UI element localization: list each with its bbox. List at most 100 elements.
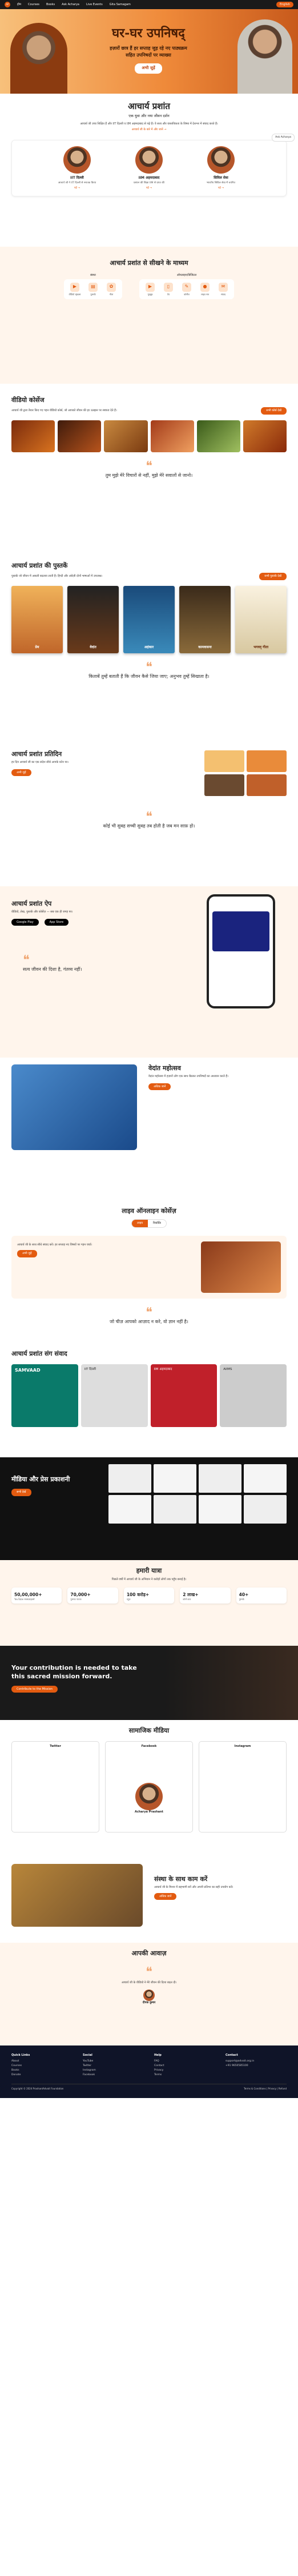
join-button[interactable]: अधिक जानें [154, 1892, 177, 1900]
samvaad-card[interactable]: SAMVAAD [11, 1364, 78, 1427]
samvaad-card[interactable]: AIIMS [220, 1364, 287, 1427]
hero-subtitle-2: सहित उपनिषदों पर व्याख्या [126, 53, 171, 58]
footer-col: Quick Links About Courses Books Donate [11, 2053, 73, 2078]
quote-icon: ❝ [146, 660, 152, 674]
footer-link[interactable]: About [11, 2060, 73, 2063]
book-cover[interactable]: वेदांत [67, 585, 119, 653]
daily-image [247, 750, 287, 772]
daily-para: हर दिन आचार्य जी का एक संदेश सीधे आपके फ… [11, 760, 69, 764]
course-thumb[interactable] [243, 420, 287, 452]
app-store-button[interactable]: App Store [44, 918, 69, 926]
journey-stats: 50,00,000+ YouTube सब्सक्राइबर्स 70,000+ प… [11, 1587, 287, 1604]
about-card[interactable]: IIT दिल्ली आचार्य जी ने IIT दिल्ली से स्… [46, 146, 108, 190]
course-thumb[interactable] [150, 420, 194, 452]
tab-live[interactable]: लाइव [132, 1219, 148, 1227]
nav-item-gita[interactable]: Gita Samagam [110, 3, 131, 7]
press-clip[interactable] [244, 1464, 287, 1493]
medium-cat-label: संस्था [90, 273, 96, 277]
social-title: सामाजिक मीडिया [128, 1727, 170, 1734]
book-cover[interactable]: अहंकार [123, 585, 175, 653]
book-cover[interactable]: प्रेम [11, 585, 63, 653]
journey-section: हमारी यात्रा पिछले वर्षों में आचार्य जी … [0, 1560, 298, 1646]
social-card-instagram[interactable]: Instagram [199, 1741, 287, 1832]
samvaad-card[interactable]: IIT दिल्ली [80, 1364, 148, 1427]
quote-icon: ❝ [23, 953, 30, 968]
press-clip[interactable] [199, 1464, 241, 1493]
medium-item[interactable]: ▶ वीडियो श्रृंखला [67, 282, 82, 296]
card-link[interactable]: पढ़ें → [190, 187, 252, 190]
footer-link[interactable]: Twitter [83, 2064, 144, 2068]
samvaad-carousel[interactable]: SAMVAAD IIT दिल्ली IIM अहमदाबाद AIIMS [11, 1364, 287, 1427]
footer-link[interactable]: Privacy [154, 2069, 215, 2072]
logo[interactable]: AP [5, 2, 10, 7]
nav-item-ask[interactable]: Ask Acharya [62, 3, 79, 7]
course-thumb[interactable] [104, 420, 148, 452]
books-all-button[interactable]: सभी पुस्तकें देखें [259, 572, 287, 580]
stat-card: 2 लाख+ कोर्स छात्र [180, 1587, 231, 1604]
nav-item-live[interactable]: Live Events [86, 3, 103, 7]
footer-legal-links[interactable]: Terms & Conditions | Privacy | Refund [244, 2087, 287, 2090]
medium-item[interactable]: ✿ गीता [104, 282, 119, 296]
courses-all-button[interactable]: सभी कोर्स देखें [261, 407, 287, 415]
about-card[interactable]: सिविल सेवा भारतीय सिविल सेवा में चयनित प… [190, 146, 252, 190]
footer-col: Contact support@advait.org.in +91 965058… [225, 2053, 287, 2078]
donate-button[interactable]: Contribute to the Mission [11, 1685, 58, 1693]
course-thumb[interactable] [58, 420, 102, 452]
live-icon: ● [200, 282, 210, 292]
book-cover[interactable]: कामवासना [179, 585, 231, 653]
about-card[interactable]: IIM अहमदाबाद प्रबंधन की शिक्षा IIM से प्… [118, 146, 180, 190]
join-image [11, 1864, 143, 1927]
footer-link[interactable]: Facebook [83, 2073, 144, 2077]
nav-item-courses[interactable]: Courses [28, 3, 39, 7]
media-button[interactable]: सभी देखें [11, 1488, 31, 1496]
course-thumb[interactable] [11, 420, 55, 452]
footer-link[interactable]: Instagram [83, 2069, 144, 2072]
footer-phone[interactable]: +91 9650585100 [225, 2064, 287, 2068]
footer-link[interactable]: Contact [154, 2064, 215, 2068]
card-link[interactable]: पढ़ें → [118, 187, 180, 190]
press-clip[interactable] [244, 1495, 287, 1524]
medium-item[interactable]: ▯ ऐप [161, 282, 176, 296]
medium-item[interactable]: ● लाइव सत्र [198, 282, 212, 296]
nav-item-home[interactable]: होम [17, 3, 21, 7]
footer-link[interactable]: Donate [11, 2073, 73, 2077]
courses-carousel[interactable] [11, 420, 287, 452]
live-button[interactable]: अभी जुड़ें [17, 1250, 37, 1258]
daily-button[interactable]: अभी जुड़ें [11, 769, 31, 777]
samvaad-card[interactable]: IIM अहमदाबाद [150, 1364, 218, 1427]
press-clip[interactable] [154, 1464, 196, 1493]
footer-link[interactable]: FAQ [154, 2060, 215, 2063]
live-para: आचार्य जी के साथ सीधे संवाद करें। हर सप्… [17, 1243, 92, 1247]
medium-item[interactable]: ✉ संवाद [216, 282, 231, 296]
medium-item[interactable]: ▤ पुस्तकें [86, 282, 100, 296]
medium-item[interactable]: ✎ कोर्सेज [179, 282, 194, 296]
card-link[interactable]: पढ़ें → [46, 187, 108, 190]
medium-cat-2: ऑनलाइन/डिजिटल ▶ यूट्यूब ▯ ऐप ✎ कोर्सेज ● लाइ… [139, 274, 234, 299]
books-carousel[interactable]: प्रेम वेदांत अहंकार कामवासना भगवद् गीता [11, 585, 287, 653]
vedanta-button[interactable]: अधिक जानें [148, 1083, 171, 1091]
social-card-facebook[interactable]: Facebook Acharya Prashant [105, 1741, 193, 1832]
nav-item-books[interactable]: Books [46, 3, 55, 7]
ask-acharya-badge[interactable]: Ask Acharya [272, 134, 295, 142]
google-play-button[interactable]: Google Play [11, 918, 39, 926]
tab-recorded[interactable]: रिकॉर्डेड [148, 1220, 166, 1227]
social-card-twitter[interactable]: Twitter [11, 1741, 99, 1832]
avatar [63, 146, 91, 174]
language-toggle[interactable]: English [276, 1, 293, 8]
app-para: वीडियो, लेख, पुस्तकें और कोर्सेज़ — सब ए… [11, 910, 73, 914]
footer-email[interactable]: support@advait.org.in [225, 2060, 287, 2063]
about-title: आचार्य प्रशांत [128, 101, 170, 111]
press-clip[interactable] [108, 1495, 151, 1524]
press-clip[interactable] [108, 1464, 151, 1493]
footer-link[interactable]: Courses [11, 2064, 73, 2068]
about-link[interactable]: आचार्य जी के बारे में और जानें → [11, 128, 287, 132]
course-thumb[interactable] [196, 420, 240, 452]
footer-link[interactable]: Books [11, 2069, 73, 2072]
book-cover[interactable]: भगवद् गीता [235, 585, 287, 653]
press-clip[interactable] [154, 1495, 196, 1524]
medium-item[interactable]: ▶ यूट्यूब [143, 282, 158, 296]
footer-link[interactable]: YouTube [83, 2060, 144, 2063]
hero-cta-button[interactable]: अभी जुड़ें [135, 63, 162, 74]
press-clip[interactable] [199, 1495, 241, 1524]
footer-link[interactable]: Terms [154, 2073, 215, 2077]
